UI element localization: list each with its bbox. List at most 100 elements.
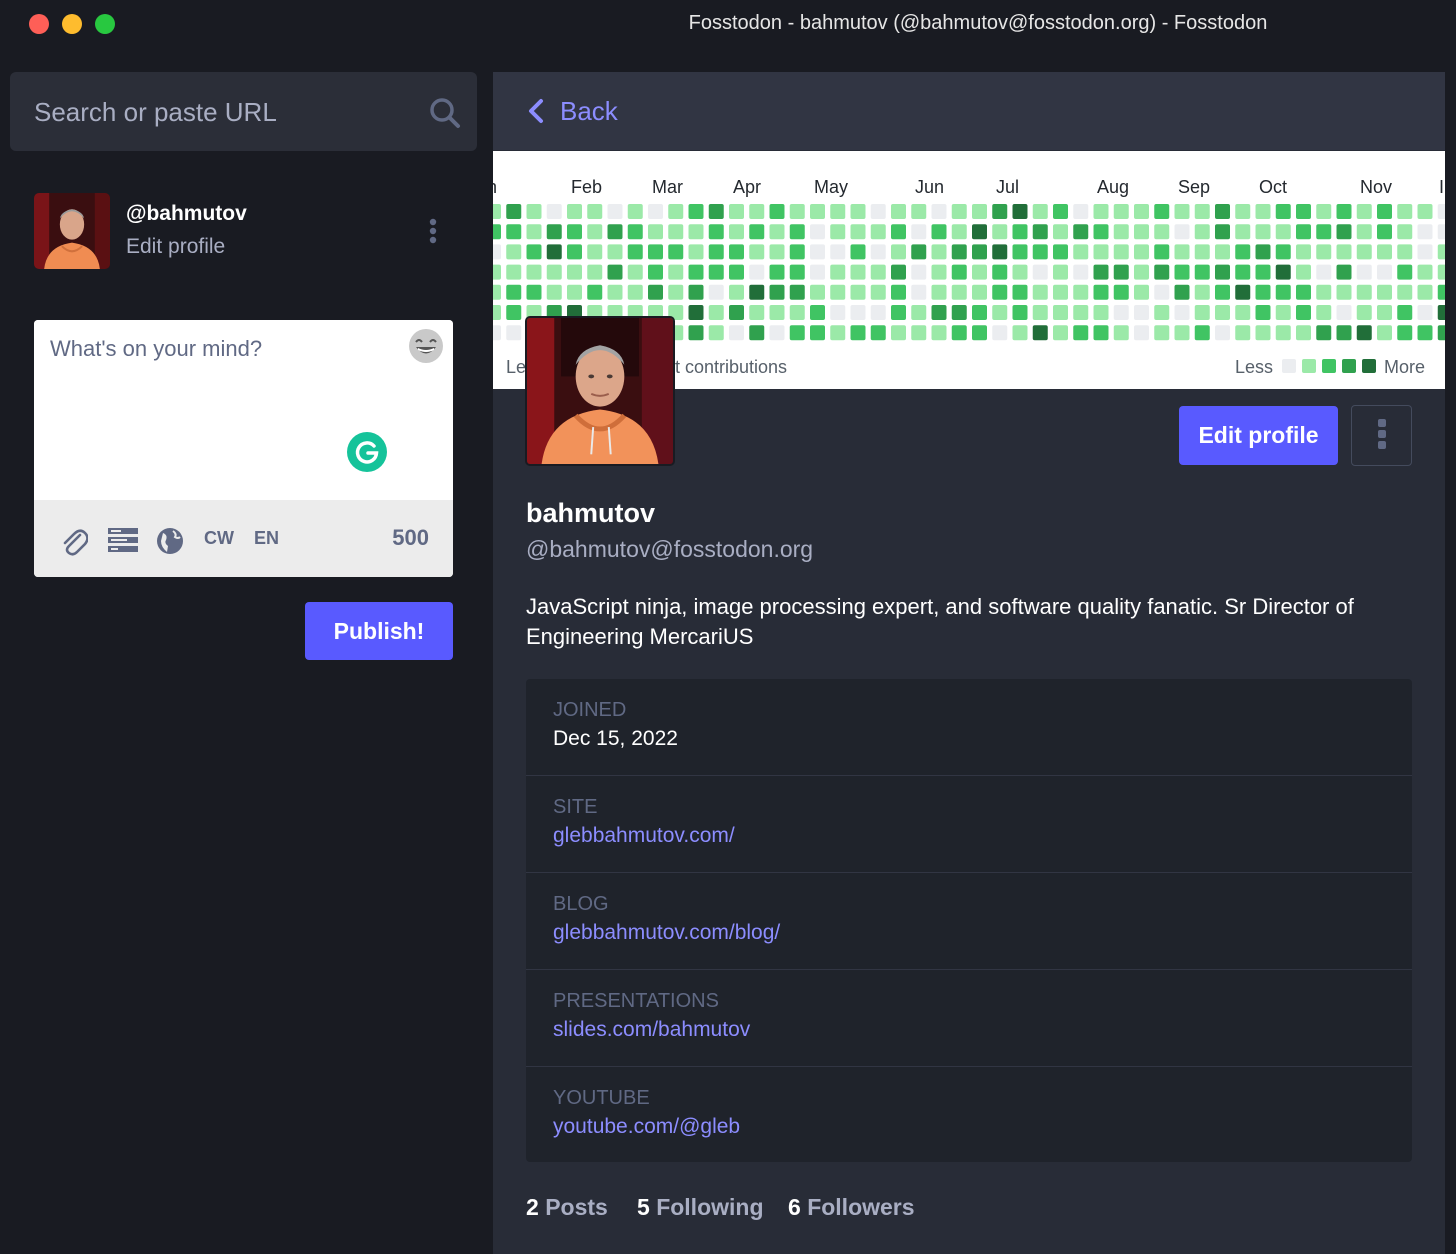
- contribution-cell: [789, 325, 805, 341]
- window-title: Fosstodon - bahmutov (@bahmutov@fosstodo…: [688, 12, 1268, 34]
- contribution-cell: [1174, 305, 1190, 320]
- compose-textarea[interactable]: [34, 320, 453, 500]
- contribution-cell: [911, 305, 927, 320]
- contribution-cell: [972, 264, 987, 280]
- contribution-cell: [911, 264, 927, 280]
- content-warning-button[interactable]: CW: [204, 528, 234, 549]
- back-button[interactable]: Back: [560, 96, 618, 127]
- contribution-cell: [1397, 305, 1413, 320]
- minimize-window-button[interactable]: [62, 14, 82, 34]
- contribution-cell: [1053, 244, 1068, 260]
- contribution-cell: [648, 224, 663, 240]
- contribution-cell: [1437, 284, 1445, 300]
- month-label: Sep: [1178, 177, 1211, 197]
- contribution-cell: [729, 284, 744, 300]
- following-tab[interactable]: 5 Following: [637, 1194, 764, 1221]
- contribution-cell: [850, 305, 866, 320]
- contribution-cell: [870, 244, 886, 260]
- contribution-cell: [1194, 204, 1210, 219]
- contribution-cell: [1053, 204, 1068, 219]
- window-titlebar: Fosstodon - bahmutov (@bahmutov@fosstodo…: [0, 0, 1456, 50]
- contribution-cell: [951, 305, 967, 320]
- contribution-cell: [850, 264, 866, 280]
- contribution-cell: [931, 264, 947, 280]
- contribution-cell: [1032, 244, 1048, 260]
- contribution-cell: [1356, 264, 1372, 280]
- compose-toolbar: CW EN 500: [34, 500, 453, 577]
- followers-tab[interactable]: 6 Followers: [788, 1194, 915, 1221]
- edit-profile-link[interactable]: Edit profile: [126, 235, 225, 259]
- contribution-cell: [1235, 305, 1251, 320]
- contribution-cell: [749, 244, 765, 260]
- posts-tab[interactable]: 2 Posts: [526, 1194, 608, 1221]
- publish-button[interactable]: Publish!: [305, 602, 453, 660]
- contribution-cell: [607, 244, 623, 260]
- chevron-left-icon[interactable]: [526, 98, 546, 124]
- close-window-button[interactable]: [29, 14, 49, 34]
- profile-menu-button[interactable]: [1351, 405, 1412, 466]
- month-label: I: [1439, 177, 1445, 197]
- current-user-handle[interactable]: @bahmutov: [126, 202, 247, 226]
- contribution-cell: [1417, 224, 1433, 240]
- field-link[interactable]: glebbahmutov.com/blog/: [553, 921, 780, 944]
- contribution-cell: [546, 244, 562, 260]
- grammarly-icon[interactable]: [347, 432, 387, 472]
- field-link[interactable]: slides.com/bahmutov: [553, 1018, 750, 1041]
- attachment-icon[interactable]: [60, 526, 88, 556]
- contribution-cell: [1194, 244, 1210, 260]
- field-name: BLOG: [553, 893, 609, 915]
- emoji-picker-icon[interactable]: [408, 328, 444, 364]
- contribution-cell: [1134, 305, 1149, 320]
- avatar[interactable]: [34, 193, 110, 269]
- search-input[interactable]: [34, 94, 414, 130]
- contribution-cell: [1174, 284, 1190, 300]
- edit-profile-button[interactable]: Edit profile: [1179, 406, 1338, 465]
- contribution-cell: [1012, 284, 1028, 300]
- contribution-cell: [1154, 204, 1170, 219]
- contribution-cell: [526, 224, 542, 240]
- profile-avatar[interactable]: [525, 316, 675, 466]
- maximize-window-button[interactable]: [95, 14, 115, 34]
- search-icon[interactable]: [429, 97, 461, 129]
- contribution-cell: [1397, 284, 1413, 300]
- contribution-cell: [688, 305, 704, 320]
- contribution-cell: [1255, 325, 1271, 341]
- contribution-cell: [951, 224, 967, 240]
- contribution-cell: [1215, 305, 1230, 320]
- contribution-cell: [1296, 325, 1311, 341]
- contribution-cell: [1073, 224, 1089, 240]
- globe-icon[interactable]: [156, 526, 184, 556]
- contribution-cell: [1437, 305, 1445, 320]
- contribution-cell: [708, 264, 724, 280]
- contribution-cell: [1194, 325, 1210, 341]
- contribution-cell: [607, 204, 623, 219]
- contribution-cell: [1154, 244, 1170, 260]
- field-link[interactable]: glebbahmutov.com/: [553, 824, 735, 847]
- language-button[interactable]: EN: [254, 528, 279, 549]
- contribution-cell: [506, 305, 522, 320]
- contribution-cell: [789, 284, 805, 300]
- field-link[interactable]: youtube.com/@gleb: [553, 1115, 740, 1138]
- contribution-caption: t contributions: [675, 357, 788, 377]
- contribution-cell: [1316, 305, 1332, 320]
- month-label: Apr: [733, 177, 762, 197]
- contribution-cell: [688, 264, 704, 280]
- contribution-cell: [729, 244, 744, 260]
- contribution-cell: [506, 264, 522, 280]
- contribution-cell: [1275, 284, 1291, 300]
- contribution-cell: [749, 204, 765, 219]
- column-header: Back: [493, 72, 1445, 150]
- contribution-cell: [1255, 224, 1271, 240]
- contribution-cell: [506, 284, 522, 300]
- poll-icon[interactable]: [107, 526, 139, 556]
- contribution-cell: [992, 305, 1008, 320]
- contribution-cell: [911, 284, 927, 300]
- contribution-cell: [891, 204, 906, 219]
- contribution-cell: [1336, 224, 1352, 240]
- month-label: Feb: [571, 177, 603, 197]
- contribution-cell: [1053, 264, 1068, 280]
- contribution-cell: [506, 244, 522, 260]
- more-options-icon[interactable]: [423, 216, 443, 248]
- contribution-cell: [1417, 284, 1433, 300]
- contribution-cell: [1113, 284, 1129, 300]
